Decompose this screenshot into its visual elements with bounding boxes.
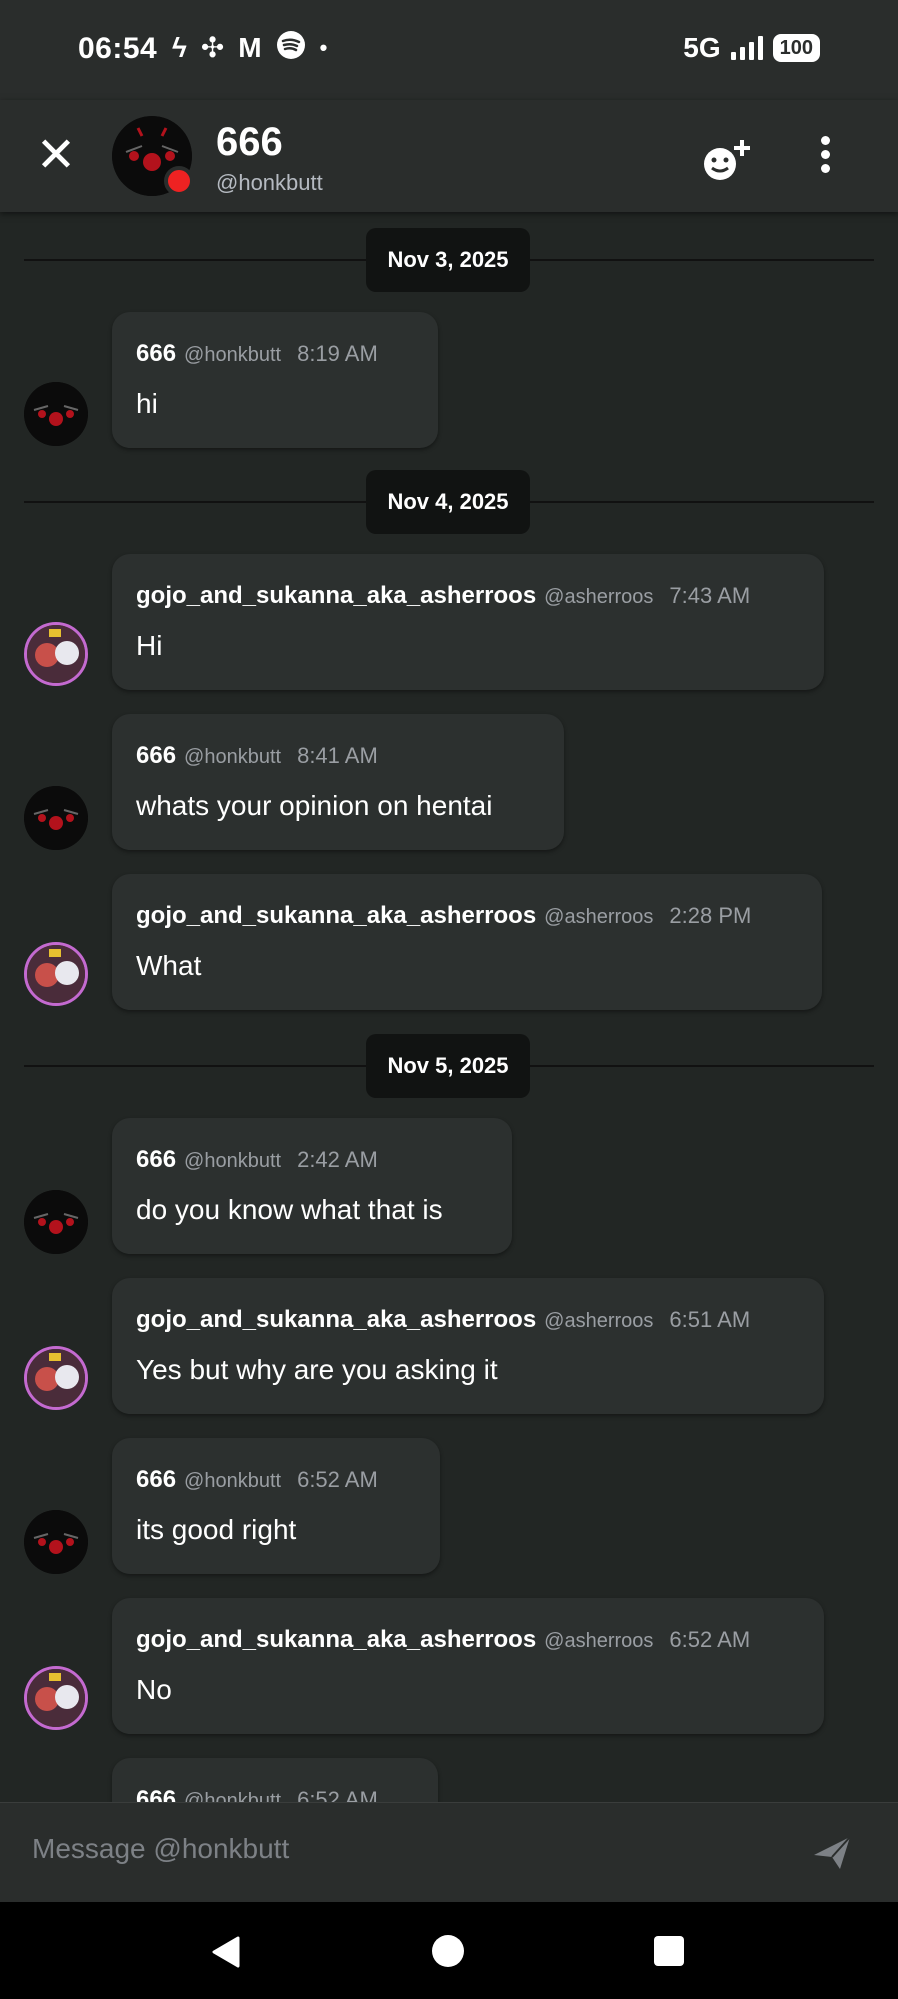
- message-text: Yes but why are you asking it: [136, 1354, 498, 1385]
- more-icon[interactable]: [810, 132, 840, 182]
- dot-icon: •: [319, 34, 328, 60]
- author-name[interactable]: gojo_and_sukanna_aka_asherroos: [136, 1626, 536, 1654]
- message-bubble[interactable]: gojo_and_sukanna_aka_asherroos @asherroo…: [112, 874, 822, 1010]
- message-bubble[interactable]: 666 @honkbutt 8:41 AM whats your opinion…: [112, 714, 564, 850]
- status-bar: 06:54 ϟ ✣ M • 5G 100: [0, 0, 898, 100]
- message-time: 6:52 AM: [669, 1627, 751, 1652]
- author-name[interactable]: gojo_and_sukanna_aka_asherroos: [136, 1306, 536, 1334]
- battery-icon: 100: [772, 34, 820, 62]
- message-text: hi: [136, 388, 158, 419]
- home-icon[interactable]: [432, 1935, 464, 1967]
- recents-icon[interactable]: [654, 1936, 684, 1966]
- gmail-icon: M: [238, 31, 262, 63]
- message-time: 2:28 PM: [669, 903, 752, 928]
- avatar[interactable]: [24, 1190, 88, 1254]
- author-handle: @asherroos: [544, 906, 654, 928]
- message-text: its good right: [136, 1514, 297, 1545]
- message-time: 2:42 AM: [297, 1147, 378, 1172]
- message-time: 6:51 AM: [669, 1307, 751, 1332]
- message-list[interactable]: Nov 3, 2025 666 @honkbutt 8:19 AM hi Nov…: [0, 212, 898, 1802]
- message-bubble[interactable]: 666 @honkbutt 8:19 AM hi: [112, 312, 438, 448]
- message-text: What: [136, 950, 202, 981]
- message-bubble[interactable]: 666 @honkbutt 6:52 AM its good right: [112, 1438, 440, 1574]
- author-handle: @honkbutt: [184, 344, 282, 366]
- dm-header: ✕ 666 @honkbutt: [0, 100, 898, 212]
- message-time: 8:41 AM: [297, 743, 378, 768]
- author-name[interactable]: 666: [136, 1466, 176, 1494]
- author-handle: @honkbutt: [184, 1150, 282, 1172]
- author-handle: @asherroos: [544, 1630, 654, 1652]
- author-handle: @honkbutt: [184, 746, 282, 768]
- notification-icons: ϟ ✣ M •: [172, 30, 327, 65]
- bolt-icon: ϟ: [172, 31, 187, 63]
- dm-title[interactable]: 666: [216, 120, 283, 165]
- system-nav-bar: [0, 1902, 898, 1999]
- author-name[interactable]: gojo_and_sukanna_aka_asherroos: [136, 582, 536, 610]
- message-composer: Message @honkbutt: [0, 1802, 898, 1903]
- pinwheel-icon: ✣: [200, 31, 225, 63]
- back-icon[interactable]: [208, 1934, 244, 1970]
- message-time: 7:43 AM: [669, 583, 751, 608]
- author-handle: @honkbutt: [184, 1470, 282, 1492]
- status-dot: [164, 166, 194, 196]
- author-name[interactable]: 666: [136, 742, 176, 770]
- add-friend-icon[interactable]: [700, 136, 754, 184]
- message-bubble[interactable]: gojo_and_sukanna_aka_asherroos @asherroo…: [112, 554, 824, 690]
- message-bubble[interactable]: 666 @honkbutt 2:42 AM do you know what t…: [112, 1118, 512, 1254]
- message-text: No: [136, 1674, 172, 1705]
- date-divider: Nov 3, 2025: [366, 228, 530, 292]
- close-icon[interactable]: ✕: [30, 130, 82, 182]
- network-type: 5G: [683, 32, 721, 63]
- status-time: 06:54: [78, 32, 158, 65]
- dm-handle: @honkbutt: [216, 170, 323, 195]
- avatar[interactable]: [24, 382, 88, 446]
- avatar[interactable]: [24, 1510, 88, 1574]
- avatar[interactable]: [112, 116, 194, 196]
- author-handle: @asherroos: [544, 586, 654, 608]
- send-icon[interactable]: [810, 1833, 854, 1873]
- avatar[interactable]: [24, 942, 88, 1006]
- avatar[interactable]: [24, 1346, 88, 1410]
- author-name[interactable]: gojo_and_sukanna_aka_asherroos: [136, 902, 536, 930]
- message-bubble[interactable]: 666 @honkbutt 6:52 AM: [112, 1758, 438, 1802]
- author-handle: @honkbutt: [184, 1790, 282, 1802]
- message-time: 6:52 AM: [297, 1787, 378, 1802]
- message-text: whats your opinion on hentai: [136, 790, 493, 821]
- message-time: 8:19 AM: [297, 341, 378, 366]
- author-name[interactable]: 666: [136, 1146, 176, 1174]
- avatar[interactable]: [24, 622, 88, 686]
- message-time: 6:52 AM: [297, 1467, 378, 1492]
- spotify-icon: [276, 30, 306, 65]
- signal-icon: [730, 36, 763, 60]
- author-name[interactable]: 666: [136, 1786, 176, 1802]
- message-text: do you know what that is: [136, 1194, 443, 1225]
- avatar[interactable]: [24, 1666, 88, 1730]
- message-bubble[interactable]: gojo_and_sukanna_aka_asherroos @asherroo…: [112, 1278, 824, 1414]
- avatar[interactable]: [24, 786, 88, 850]
- message-input[interactable]: Message @honkbutt: [32, 1833, 289, 1865]
- date-divider: Nov 5, 2025: [366, 1034, 530, 1098]
- message-bubble[interactable]: gojo_and_sukanna_aka_asherroos @asherroo…: [112, 1598, 824, 1734]
- date-divider: Nov 4, 2025: [366, 470, 530, 534]
- author-handle: @asherroos: [544, 1310, 654, 1332]
- author-name[interactable]: 666: [136, 340, 176, 368]
- message-text: Hi: [136, 630, 163, 661]
